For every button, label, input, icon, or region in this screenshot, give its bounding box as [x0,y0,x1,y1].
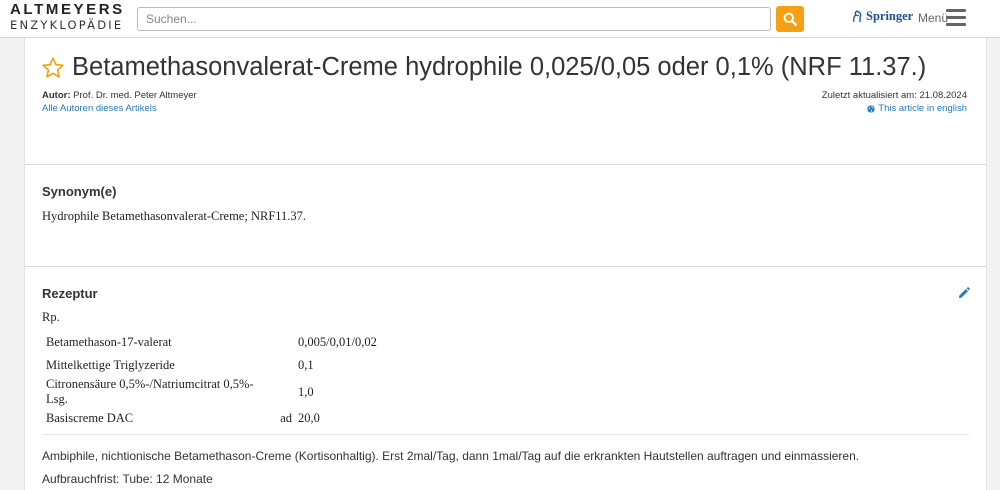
title-row: Betamethasonvalerat-Creme hydrophile 0,0… [41,53,926,82]
last-updated: Zuletzt aktualisiert am: 21.08.2024 [821,90,967,101]
logo-subtitle: ENZYKLOPÄDIE [10,18,124,32]
amount-cell: 0,1 [298,358,314,372]
english-article-link[interactable]: This article in english [867,103,967,114]
table-row: Citronensäure 0,5%-/Natriumcitrat 0,5%-L… [42,377,377,407]
table-row: Mittelkettige Triglyzeride 0,1 [42,354,377,377]
search-icon [783,12,797,26]
rp-label: Rp. [42,310,60,324]
section-divider [25,164,986,165]
edit-pencil-icon[interactable] [957,287,970,300]
synonyms-text: Hydrophile Betamethasonvalerat-Creme; NR… [42,209,307,223]
favorite-star-icon[interactable] [41,56,65,80]
ad-cell [275,354,297,377]
english-link-label: This article in english [878,103,967,114]
rezeptur-divider [42,434,969,435]
rezeptur-heading: Rezeptur [42,286,98,301]
amount-cell: 20,0 [298,411,320,425]
table-row: Basiscreme DAC ad 20,0 [42,407,377,430]
article-container: Betamethasonvalerat-Creme hydrophile 0,0… [24,38,987,490]
synonyms-heading: Synonym(e) [42,184,117,199]
springer-horse-icon [852,10,862,23]
hamburger-menu-icon[interactable] [946,9,966,26]
ingredient-cell: Basiscreme DAC [46,411,134,425]
menu-label[interactable]: Menü [918,11,948,25]
search-button[interactable] [776,6,804,32]
springer-label: Springer [866,9,914,23]
section-divider [25,266,986,267]
amount-cell: 1,0 [298,384,314,399]
author-name: Prof. Dr. med. Peter Altmeyer [73,90,197,101]
globe-icon [867,104,875,113]
ingredient-cell: Mittelkettige Triglyzeride [46,358,175,372]
rezeptur-description: Ambiphile, nichtionische Betamethason-Cr… [42,449,860,463]
springer-link[interactable]: Springer [851,9,913,24]
ingredient-cell: Citronensäure 0,5%-/Natriumcitrat 0,5%-L… [46,377,254,406]
logo-title: ALTMEYERS [10,1,125,18]
author-line: Autor: Prof. Dr. med. Peter Altmeyer [42,90,197,101]
all-authors-link[interactable]: Alle Autoren dieses Artikels [42,103,157,114]
logo[interactable]: ALTMEYERS ENZYKLOPÄDIE [10,1,130,33]
ad-cell: ad [280,411,292,425]
page-title: Betamethasonvalerat-Creme hydrophile 0,0… [72,53,927,81]
amount-cell: 0,005/0,01/0,02 [298,335,377,349]
ingredient-cell: Betamethason-17-valerat [46,335,172,349]
search-input[interactable] [137,7,771,31]
table-row: Betamethason-17-valerat 0,005/0,01/0,02 [42,331,377,354]
rezeptur-table: Betamethason-17-valerat 0,005/0,01/0,02 … [42,331,377,430]
author-prefix: Autor: [42,90,71,101]
ad-cell [275,377,297,407]
shelf-life: Aufbrauchfrist: Tube: 12 Monate [42,472,213,486]
top-header: ALTMEYERS ENZYKLOPÄDIE Springer Menü [0,0,1000,38]
ad-cell [275,331,297,354]
